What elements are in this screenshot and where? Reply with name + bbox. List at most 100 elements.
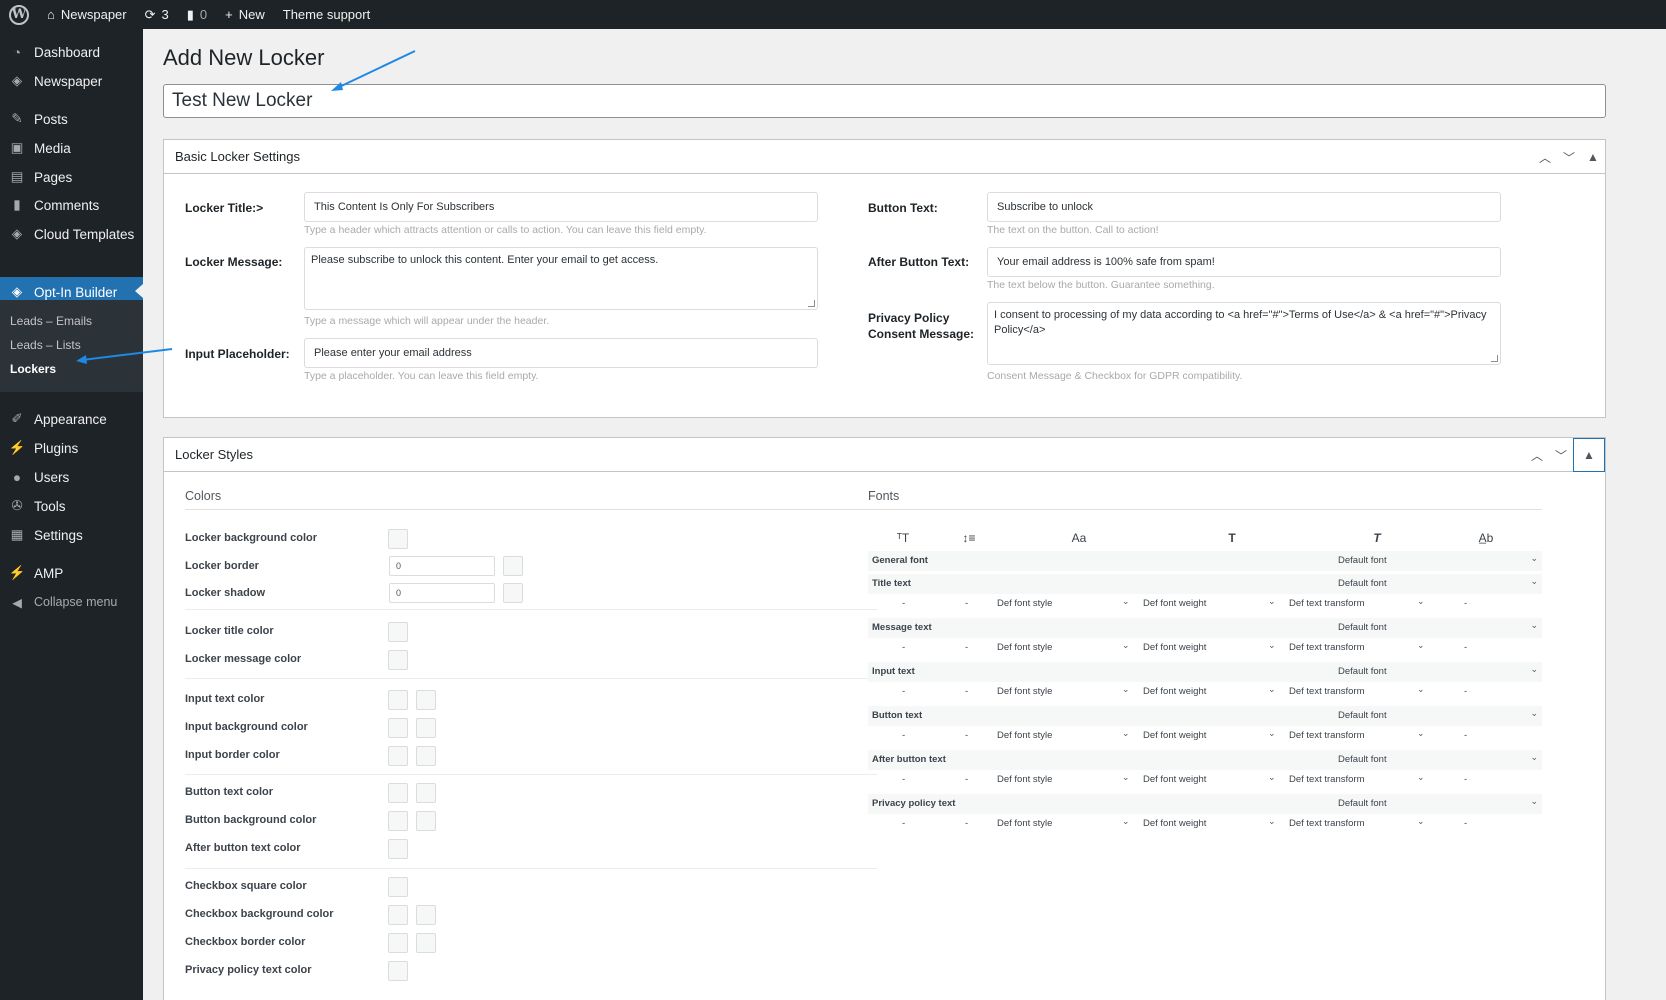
checkbox-bg-hover-color-swatch[interactable] bbox=[416, 905, 436, 925]
locker-message-color-swatch[interactable] bbox=[388, 650, 408, 670]
input-bg-color-swatch[interactable] bbox=[388, 718, 408, 738]
font-weight-select[interactable]: Def font weight bbox=[1143, 730, 1206, 741]
font-weight-select[interactable]: Def font weight bbox=[1143, 598, 1206, 609]
sidebar-item-tools[interactable]: ✇ Tools bbox=[0, 492, 143, 520]
privacy-consent-textarea[interactable]: I consent to processing of my data accor… bbox=[987, 302, 1501, 365]
letter-spacing-input[interactable]: - bbox=[1464, 598, 1467, 609]
text-transform-select[interactable]: Def text transform bbox=[1289, 774, 1365, 785]
input-text-hover-color-swatch[interactable] bbox=[416, 690, 436, 710]
move-up-icon[interactable]: ︿ bbox=[1525, 438, 1549, 472]
font-size-input[interactable]: - bbox=[902, 818, 905, 829]
button-text-input[interactable]: Subscribe to unlock bbox=[987, 192, 1501, 222]
move-up-icon[interactable]: ︿ bbox=[1533, 140, 1557, 174]
line-height-input[interactable]: - bbox=[965, 730, 968, 741]
letter-spacing-input[interactable]: - bbox=[1464, 774, 1467, 785]
font-family-select[interactable]: Default font bbox=[1338, 798, 1387, 809]
letter-spacing-input[interactable]: - bbox=[1464, 686, 1467, 697]
sidebar-item-appearance[interactable]: ✐ Appearance bbox=[0, 405, 143, 433]
letter-spacing-input[interactable]: - bbox=[1464, 642, 1467, 653]
privacy-policy-text-color-swatch[interactable] bbox=[388, 961, 408, 981]
letter-spacing-input[interactable]: - bbox=[1464, 818, 1467, 829]
locker-shadow-input[interactable]: 0 bbox=[389, 583, 495, 603]
basic-locker-settings-box: Basic Locker Settings ︿ ﹀ ▲ Locker Title… bbox=[163, 139, 1606, 418]
button-text-hint: The text on the button. Call to action! bbox=[987, 224, 1159, 236]
line-height-input[interactable]: - bbox=[965, 686, 968, 697]
basic-settings-header[interactable]: Basic Locker Settings bbox=[164, 140, 1605, 174]
font-weight-select[interactable]: Def font weight bbox=[1143, 686, 1206, 697]
after-button-text-color-swatch[interactable] bbox=[388, 839, 408, 859]
input-border-hover-color-swatch[interactable] bbox=[416, 746, 436, 766]
font-style-select[interactable]: Def font style bbox=[997, 818, 1052, 829]
text-transform-select[interactable]: Def text transform bbox=[1289, 686, 1365, 697]
font-size-input[interactable]: - bbox=[902, 598, 905, 609]
input-border-color-swatch[interactable] bbox=[388, 746, 408, 766]
button-bg-color-swatch[interactable] bbox=[388, 811, 408, 831]
line-height-input[interactable]: - bbox=[965, 774, 968, 785]
locker-title-color-swatch[interactable] bbox=[388, 622, 408, 642]
checkbox-border-color-swatch[interactable] bbox=[388, 933, 408, 953]
font-style-select[interactable]: Def font style bbox=[997, 774, 1052, 785]
font-size-input[interactable]: - bbox=[902, 642, 905, 653]
button-text-color-swatch[interactable] bbox=[388, 783, 408, 803]
font-family-select[interactable]: Default font bbox=[1338, 666, 1387, 677]
locker-bg-color-swatch[interactable] bbox=[388, 529, 408, 549]
checkbox-border-hover-color-swatch[interactable] bbox=[416, 933, 436, 953]
chevron-down-icon: ⌄ bbox=[1268, 684, 1276, 694]
toggle-panel-icon[interactable]: ▲ bbox=[1573, 438, 1605, 472]
font-row-header: After button text Default font ⌄ bbox=[868, 750, 1542, 770]
font-style-select[interactable]: Def font style bbox=[997, 686, 1052, 697]
checkbox-bg-color-swatch[interactable] bbox=[388, 905, 408, 925]
line-height-input[interactable]: - bbox=[965, 818, 968, 829]
font-family-select[interactable]: Default font bbox=[1338, 710, 1387, 721]
font-family-select[interactable]: Default font bbox=[1338, 622, 1387, 633]
locker-name-input[interactable]: Test New Locker bbox=[163, 84, 1606, 118]
font-row-settings: - - Def font style ⌄ Def font weight ⌄ Def tex… bbox=[868, 726, 1542, 746]
input-text-color-swatch[interactable] bbox=[388, 690, 408, 710]
font-weight-select[interactable]: Def font weight bbox=[1143, 818, 1206, 829]
move-down-icon[interactable]: ﹀ bbox=[1557, 140, 1581, 174]
button-bg-hover-color-swatch[interactable] bbox=[416, 811, 436, 831]
move-down-icon[interactable]: ﹀ bbox=[1549, 438, 1573, 472]
text-transform-select[interactable]: Def text transform bbox=[1289, 730, 1365, 741]
font-size-input[interactable]: - bbox=[902, 730, 905, 741]
text-transform-select[interactable]: Def text transform bbox=[1289, 598, 1365, 609]
font-style-select[interactable]: Def font style bbox=[997, 642, 1052, 653]
font-family-select[interactable]: Default font bbox=[1338, 754, 1387, 765]
locker-title-hint: Type a header which attracts attention o… bbox=[304, 224, 707, 236]
text-transform-select[interactable]: Def text transform bbox=[1289, 818, 1365, 829]
font-size-input[interactable]: - bbox=[902, 686, 905, 697]
line-height-input[interactable]: - bbox=[965, 598, 968, 609]
font-weight-select[interactable]: Def font weight bbox=[1143, 642, 1206, 653]
after-button-text-input[interactable]: Your email address is 100% safe from spa… bbox=[987, 247, 1501, 277]
line-height-input[interactable]: - bbox=[965, 642, 968, 653]
input-bg-hover-color-swatch[interactable] bbox=[416, 718, 436, 738]
chevron-down-icon: ⌄ bbox=[1417, 728, 1425, 738]
button-text-hover-color-swatch[interactable] bbox=[416, 783, 436, 803]
letter-spacing-input[interactable]: - bbox=[1464, 730, 1467, 741]
colors-divider bbox=[185, 678, 877, 679]
brush-icon: ✐ bbox=[11, 411, 23, 426]
sidebar-item-plugins[interactable]: ⚡ Plugins bbox=[0, 434, 143, 462]
font-style-select[interactable]: Def font style bbox=[997, 730, 1052, 741]
font-size-input[interactable]: - bbox=[902, 774, 905, 785]
locker-border-color-swatch[interactable] bbox=[503, 556, 523, 576]
locker-border-input[interactable]: 0 bbox=[389, 556, 495, 576]
locker-shadow-color-swatch[interactable] bbox=[503, 583, 523, 603]
text-transform-select[interactable]: Def text transform bbox=[1289, 642, 1365, 653]
input-placeholder-input[interactable]: Please enter your email address bbox=[304, 338, 818, 368]
checkbox-square-color-swatch[interactable] bbox=[388, 877, 408, 897]
sidebar-item-users[interactable]: ● Users bbox=[0, 463, 143, 491]
collapse-menu-button[interactable]: ◀ Collapse menu bbox=[0, 588, 143, 616]
toggle-panel-icon[interactable]: ▲ bbox=[1581, 140, 1605, 174]
font-style-select[interactable]: Def font style bbox=[997, 598, 1052, 609]
locker-styles-header[interactable]: Locker Styles bbox=[164, 438, 1605, 472]
locker-title-input[interactable]: This Content Is Only For Subscribers bbox=[304, 192, 818, 222]
locker-message-textarea[interactable]: Please subscribe to unlock this content.… bbox=[304, 247, 818, 310]
font-family-select[interactable]: Default font bbox=[1338, 555, 1387, 566]
sidebar-item-settings[interactable]: ▦ Settings bbox=[0, 521, 143, 549]
sidebar-item-amp[interactable]: ⚡ AMP bbox=[0, 559, 143, 587]
theme-support-link[interactable]: Theme support bbox=[274, 0, 379, 29]
chevron-down-icon: ⌄ bbox=[1122, 684, 1130, 694]
font-family-select[interactable]: Default font bbox=[1338, 578, 1387, 589]
font-weight-select[interactable]: Def font weight bbox=[1143, 774, 1206, 785]
